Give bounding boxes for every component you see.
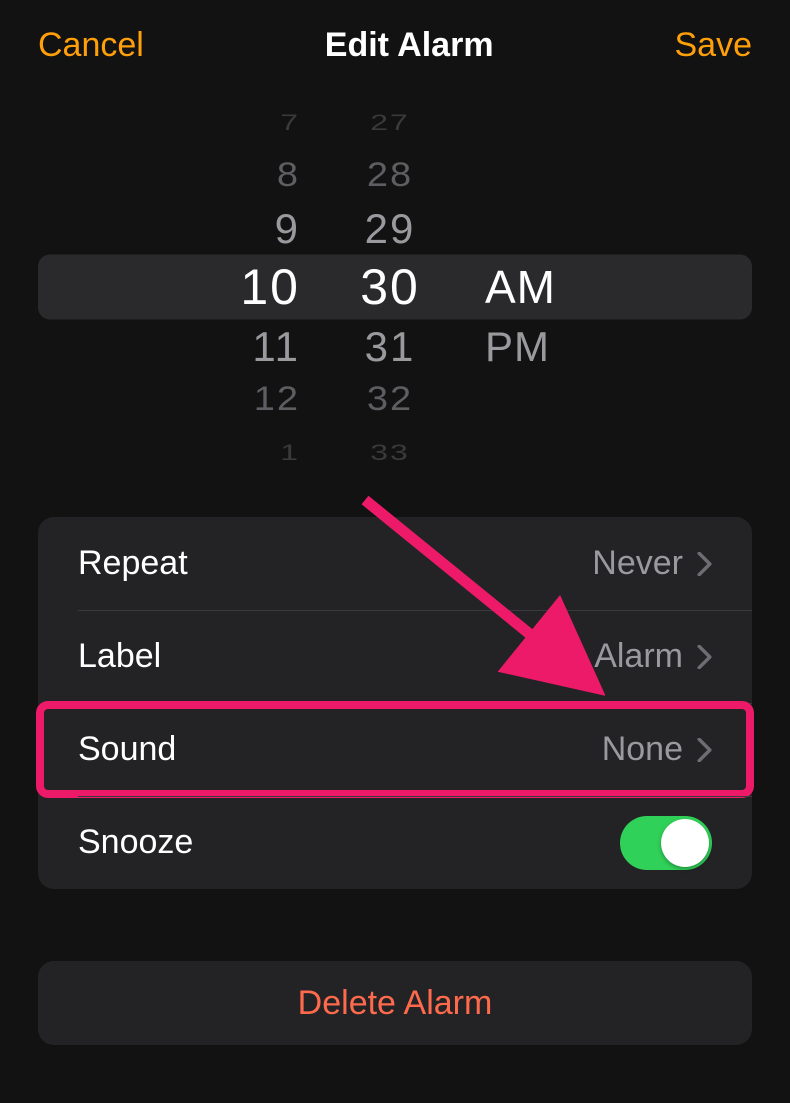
nav-bar: Cancel Edit Alarm Save [0, 0, 790, 72]
label-value: Alarm [594, 637, 683, 676]
minute-wheel[interactable]: 27 28 29 30 31 32 33 [320, 112, 460, 462]
hour-option: 1 [280, 433, 300, 462]
save-button[interactable]: Save [675, 26, 753, 65]
period-option: PM [485, 320, 550, 373]
snooze-row: Snooze [38, 796, 752, 889]
minute-option: 33 [370, 433, 410, 462]
hour-selected: 10 [240, 255, 300, 320]
period-selected: AM [485, 255, 556, 320]
snooze-label: Snooze [78, 823, 193, 862]
repeat-value: Never [592, 544, 683, 583]
cancel-button[interactable]: Cancel [38, 26, 144, 65]
snooze-toggle[interactable] [620, 816, 712, 870]
sound-row[interactable]: Sound None [38, 703, 752, 796]
sound-value: None [602, 730, 683, 769]
hour-option: 11 [252, 320, 300, 373]
repeat-label: Repeat [78, 544, 188, 583]
minute-option: 31 [365, 320, 416, 373]
period-spacer [485, 387, 493, 411]
minute-option: 28 [367, 151, 413, 199]
period-spacer [485, 163, 493, 187]
minute-option: 32 [367, 375, 413, 423]
minute-selected: 30 [360, 255, 420, 320]
repeat-row[interactable]: Repeat Never [38, 517, 752, 610]
time-picker[interactable]: 7 8 9 10 11 12 1 27 28 29 30 31 32 33 AM… [38, 112, 752, 462]
period-spacer [485, 440, 493, 462]
chevron-right-icon [697, 645, 712, 669]
chevron-right-icon [697, 552, 712, 576]
minute-option: 27 [370, 112, 410, 141]
period-spacer [485, 216, 493, 240]
hour-wheel[interactable]: 7 8 9 10 11 12 1 [120, 112, 320, 462]
sound-label: Sound [78, 730, 176, 769]
hour-option: 7 [280, 112, 300, 141]
chevron-right-icon [697, 738, 712, 762]
settings-group: Repeat Never Label Alarm Sound None Snoo… [38, 517, 752, 889]
period-wheel[interactable]: AM PM [460, 112, 670, 462]
minute-option: 29 [365, 202, 416, 255]
hour-option: 9 [275, 202, 300, 255]
label-label: Label [78, 637, 161, 676]
period-spacer [485, 112, 493, 134]
label-row[interactable]: Label Alarm [38, 610, 752, 703]
toggle-knob [661, 819, 709, 867]
delete-alarm-button[interactable]: Delete Alarm [38, 961, 752, 1045]
page-title: Edit Alarm [325, 26, 494, 65]
hour-option: 12 [254, 375, 300, 423]
hour-option: 8 [277, 151, 300, 199]
delete-alarm-label: Delete Alarm [298, 984, 493, 1023]
